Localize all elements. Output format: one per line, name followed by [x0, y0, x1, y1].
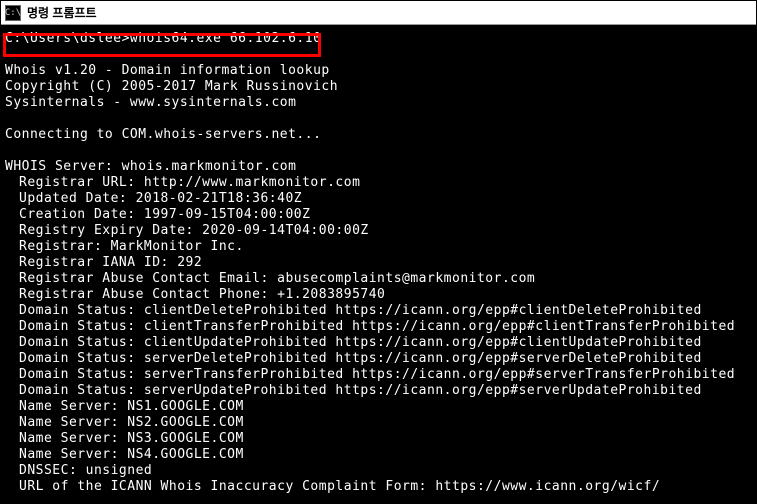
copyright-line: Copyright (C) 2005-2017 Mark Russinovich	[5, 79, 752, 95]
whois-server-line: WHOIS Server: whois.markmonitor.com	[5, 159, 752, 175]
domain-status-line: Domain Status: clientUpdateProhibited ht…	[5, 335, 752, 351]
name-server-line: Name Server: NS1.GOOGLE.COM	[5, 399, 752, 415]
blank-line	[5, 111, 752, 127]
registrar-line: Registrar: MarkMonitor Inc.	[5, 239, 752, 255]
updated-date-line: Updated Date: 2018-02-21T18:36:40Z	[5, 191, 752, 207]
sysinternals-line: Sysinternals - www.sysinternals.com	[5, 95, 752, 111]
connecting-line: Connecting to COM.whois-servers.net...	[5, 127, 752, 143]
abuse-email-line: Registrar Abuse Contact Email: abusecomp…	[5, 271, 752, 287]
name-server-line: Name Server: NS4.GOOGLE.COM	[5, 447, 752, 463]
blank-line	[5, 47, 752, 63]
domain-status-line: Domain Status: serverTransferProhibited …	[5, 367, 752, 383]
domain-status-line: Domain Status: serverUpdateProhibited ht…	[5, 383, 752, 399]
command-prompt-icon: C:\	[5, 5, 21, 21]
domain-status-line: Domain Status: serverDeleteProhibited ht…	[5, 351, 752, 367]
window-title: 명령 프롬프트	[27, 4, 97, 21]
creation-date-line: Creation Date: 1997-09-15T04:00:00Z	[5, 207, 752, 223]
name-server-line: Name Server: NS2.GOOGLE.COM	[5, 415, 752, 431]
titlebar[interactable]: C:\ 명령 프롬프트	[1, 1, 756, 25]
terminal-output-area[interactable]: C:\Users\dslee>whois64.exe 66.102.6.10 Wh…	[1, 25, 756, 503]
domain-status-line: Domain Status: clientTransferProhibited …	[5, 319, 752, 335]
name-server-line: Name Server: NS3.GOOGLE.COM	[5, 431, 752, 447]
expiry-date-line: Registry Expiry Date: 2020-09-14T04:00:0…	[5, 223, 752, 239]
dnssec-line: DNSSEC: unsigned	[5, 463, 752, 479]
registrar-url-line: Registrar URL: http://www.markmonitor.co…	[5, 175, 752, 191]
complaint-form-line: URL of the ICANN Whois Inaccuracy Compla…	[5, 479, 752, 495]
command-prompt-window: C:\ 명령 프롬프트 C:\Users\dslee>whois64.exe 6…	[0, 0, 757, 504]
whois-version-line: Whois v1.20 - Domain information lookup	[5, 63, 752, 79]
domain-status-line: Domain Status: clientDeleteProhibited ht…	[5, 303, 752, 319]
prompt-command-line: C:\Users\dslee>whois64.exe 66.102.6.10	[5, 31, 752, 47]
terminal-content: C:\Users\dslee>whois64.exe 66.102.6.10 Wh…	[5, 31, 752, 495]
iana-id-line: Registrar IANA ID: 292	[5, 255, 752, 271]
abuse-phone-line: Registrar Abuse Contact Phone: +1.208389…	[5, 287, 752, 303]
blank-line	[5, 143, 752, 159]
